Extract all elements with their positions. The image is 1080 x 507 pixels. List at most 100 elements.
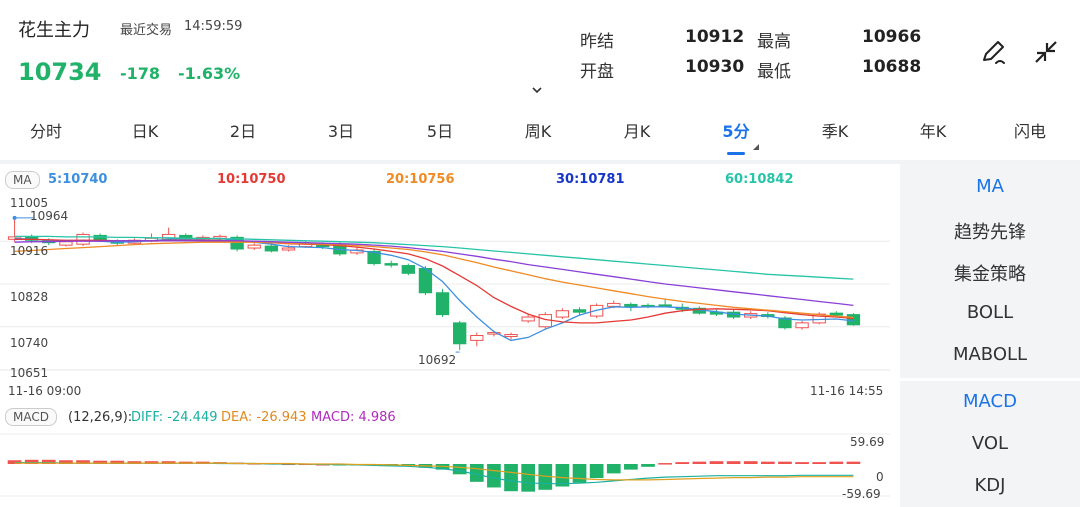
macd-histogram-bar (795, 462, 809, 464)
macd-histogram-bar (504, 464, 518, 492)
candle-body (829, 312, 843, 316)
side-item-vol[interactable]: VOL (900, 433, 1080, 454)
x-tick-end: 11-16 14:55 (810, 384, 884, 398)
tab-3day[interactable]: 3日 (328, 118, 354, 142)
active-tab-indicator (727, 152, 745, 155)
candle-body (384, 263, 398, 266)
candle-body (59, 241, 73, 246)
prev-settle-value: 10912 (685, 27, 745, 47)
macd-histogram-bar (743, 461, 758, 464)
last-trade-time: 14:59:59 (184, 19, 243, 34)
tab-5min[interactable]: 5分 (722, 118, 749, 142)
high-annotation: 10964 (30, 209, 69, 223)
macd-axis-bottom: -59.69 (842, 487, 881, 501)
tab-weekly-k[interactable]: 周K (525, 118, 552, 142)
macd-histogram-bar (726, 461, 741, 464)
candle-body (572, 309, 587, 313)
macd-histogram-bar (829, 461, 844, 464)
macd-histogram-bar (812, 462, 827, 464)
ma-indicator-chip[interactable]: MA (5, 171, 40, 189)
open-label: 开盘 (580, 62, 614, 82)
side-item-trend-pioneer[interactable]: 趋势先锋 (900, 218, 1080, 244)
y-tick-label: 10651 (10, 366, 49, 380)
macd-histogram-bar (624, 464, 638, 470)
high-label: 最高 (757, 32, 791, 52)
tab-2day[interactable]: 2日 (230, 118, 256, 142)
dropdown-corner-icon[interactable] (753, 144, 759, 150)
macd-params: (12,26,9): (68, 410, 133, 425)
instrument-title: 花生主力 (18, 20, 90, 41)
side-item-maboll[interactable]: MABOLL (900, 344, 1080, 365)
tab-quarterly-k[interactable]: 季K (822, 118, 849, 142)
candle-body (521, 316, 535, 322)
current-price: 10734 (18, 58, 102, 86)
indicator-side-menu: MA 趋势先锋 集金策略 BOLL MABOLL MACD VOL KDJ (900, 164, 1080, 507)
tab-monthly-k[interactable]: 月K (624, 118, 651, 142)
macd-histogram-bar (675, 462, 690, 464)
candle-body (401, 265, 415, 274)
macd-histogram-bar (709, 461, 724, 464)
macd-histogram-bar (760, 461, 775, 464)
macd-histogram-bar (589, 464, 604, 479)
macd-chart[interactable] (0, 432, 890, 502)
macd-histogram-bar (487, 464, 501, 488)
edit-pen-icon[interactable] (978, 36, 1010, 68)
candle-body (624, 303, 638, 307)
low-annotation: 10692 (418, 353, 457, 367)
x-tick-start: 11-16 09:00 (8, 384, 82, 398)
side-menu-divider (900, 378, 1080, 381)
candle-body (76, 233, 90, 245)
chevron-down-icon[interactable] (531, 84, 543, 96)
candle-body (247, 244, 261, 249)
ma60-value: 60:10842 (725, 172, 794, 187)
tab-flash[interactable]: 闪电 (1014, 118, 1046, 142)
tab-yearly-k[interactable]: 年K (920, 118, 947, 142)
macd-value: MACD: 4.986 (311, 410, 396, 425)
ma20-value: 20:10756 (386, 172, 455, 187)
collapse-arrows-icon[interactable] (1030, 36, 1062, 68)
candle-body (453, 322, 467, 345)
tab-5day[interactable]: 5日 (427, 118, 453, 142)
ma10-value: 10:10750 (217, 172, 286, 187)
y-tick-label: 10828 (10, 290, 49, 304)
candle-body (504, 334, 518, 337)
macd-dea: DEA: -26.943 (221, 410, 307, 425)
macd-histogram-bar (521, 464, 536, 492)
macd-histogram-bar (778, 461, 792, 464)
high-marker-dot (12, 215, 17, 220)
tab-daily-k[interactable]: 日K (132, 118, 159, 142)
prev-settle-label: 昨结 (580, 32, 614, 52)
macd-axis-zero: 0 (876, 470, 884, 484)
macd-histogram-bar (692, 461, 707, 464)
y-tick-label: 10916 (10, 244, 49, 258)
side-item-kdj[interactable]: KDJ (900, 475, 1080, 496)
open-value: 10930 (685, 57, 745, 77)
macd-histogram-bar (572, 464, 587, 483)
high-value: 10966 (862, 27, 922, 47)
macd-histogram-bar (606, 464, 621, 474)
macd-histogram-bar (452, 464, 467, 475)
side-item-ma[interactable]: MA (900, 176, 1080, 197)
macd-indicator-chip[interactable]: MACD (5, 408, 57, 426)
dea-line (14, 462, 854, 481)
side-item-boll[interactable]: BOLL (900, 302, 1080, 323)
period-tab-bar: 分时 日K 2日 3日 5日 周K 月K 5分 季K 年K 闪电 (0, 118, 1080, 156)
macd-histogram-bar (846, 461, 861, 464)
side-item-macd[interactable]: MACD (900, 391, 1080, 412)
candle-body (795, 322, 809, 329)
macd-diff: DIFF: -24.449 (131, 410, 218, 425)
low-label: 最低 (757, 62, 791, 82)
last-trade-label: 最近交易 (120, 23, 173, 38)
macd-axis-top: 59.69 (850, 435, 885, 449)
macd-histogram-bar (658, 463, 672, 465)
y-tick-label: 11005 (10, 196, 49, 210)
ma30-value: 30:10781 (556, 172, 625, 187)
ma20-line (14, 241, 854, 319)
candle-body (281, 247, 296, 251)
candle-body (555, 310, 570, 318)
candle-body (470, 335, 484, 341)
side-item-jijin-strategy[interactable]: 集金策略 (900, 260, 1080, 286)
tab-fenshi[interactable]: 分时 (30, 118, 62, 142)
low-value: 10688 (862, 57, 922, 77)
candle-body (93, 234, 107, 241)
